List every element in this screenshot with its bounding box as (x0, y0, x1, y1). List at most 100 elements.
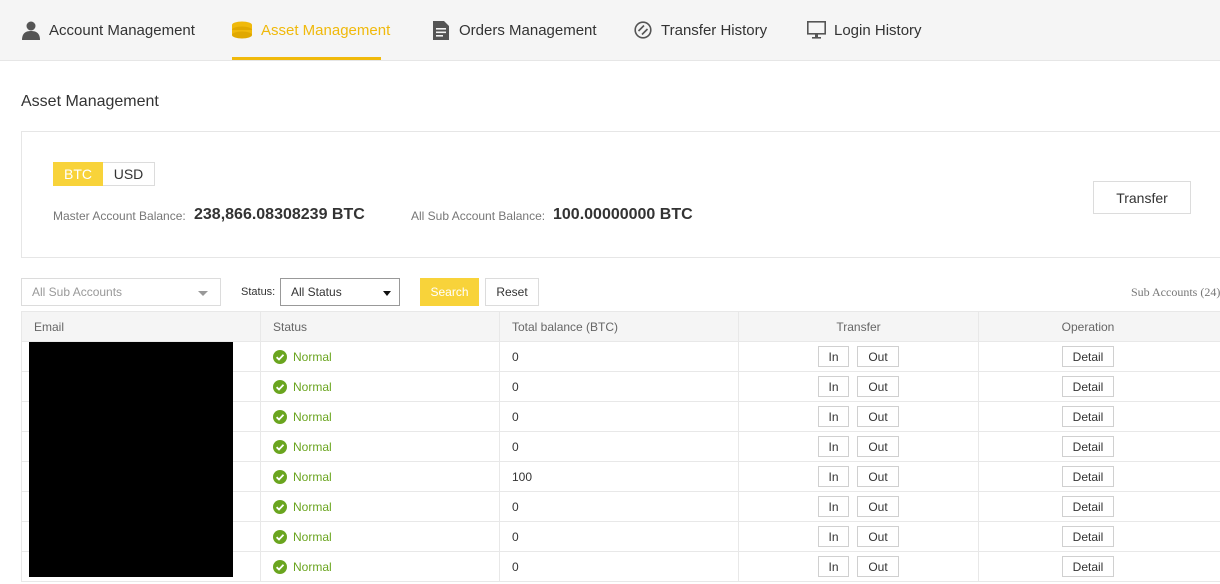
balance-value: 0 (512, 529, 519, 544)
master-balance-label: Master Account Balance: (53, 209, 186, 223)
transfer-out-button[interactable]: Out (857, 526, 899, 547)
transfer-in-button[interactable]: In (818, 496, 849, 517)
chevron-down-icon (198, 291, 208, 296)
status-cell: Normal (260, 431, 500, 462)
operation-cell: Detail (978, 461, 1220, 492)
balance-value: 0 (512, 349, 519, 364)
top-nav: Account Management Asset Management Orde… (0, 0, 1220, 61)
status-cell: Normal (260, 491, 500, 522)
tab-orders-management[interactable]: Orders Management (431, 0, 597, 60)
balance-cell: 0 (499, 371, 739, 402)
balance-cell: 0 (499, 521, 739, 552)
transfer-in-button[interactable]: In (818, 436, 849, 457)
operation-cell: Detail (978, 521, 1220, 552)
detail-button[interactable]: Detail (1062, 346, 1114, 367)
transfer-cell: In Out (738, 401, 979, 432)
balance-cell: 0 (499, 491, 739, 522)
detail-button[interactable]: Detail (1062, 496, 1114, 517)
search-button[interactable]: Search (420, 278, 479, 306)
transfer-in-button[interactable]: In (818, 346, 849, 367)
transfer-cell: In Out (738, 551, 979, 582)
status-text: Normal (293, 559, 332, 574)
balance-value: 0 (512, 409, 519, 424)
col-email: Email (21, 311, 261, 342)
check-circle-icon (273, 559, 287, 574)
check-circle-icon (273, 409, 287, 424)
tab-label: Transfer History (661, 21, 768, 39)
transfer-out-button[interactable]: Out (857, 436, 899, 457)
chevron-down-icon (383, 291, 391, 296)
status-text: Normal (293, 349, 332, 364)
currency-btc-button[interactable]: BTC (53, 162, 103, 186)
balance-value: 0 (512, 559, 519, 574)
monitor-icon (806, 20, 826, 40)
detail-button[interactable]: Detail (1062, 436, 1114, 457)
balance-cell: 100 (499, 461, 739, 492)
sub-balance-value: 100.00000000 BTC (553, 206, 693, 223)
active-tab-indicator (232, 57, 381, 60)
detail-button[interactable]: Detail (1062, 376, 1114, 397)
balance-value: 0 (512, 439, 519, 454)
transfer-out-button[interactable]: Out (857, 466, 899, 487)
check-circle-icon (273, 529, 287, 544)
operation-cell: Detail (978, 401, 1220, 432)
currency-usd-button[interactable]: USD (103, 162, 155, 186)
reset-button[interactable]: Reset (485, 278, 539, 306)
tab-transfer-history[interactable]: Transfer History (633, 0, 767, 60)
transfer-cell: In Out (738, 491, 979, 522)
balance-value: 100 (512, 469, 533, 484)
tab-login-history[interactable]: Login History (806, 0, 922, 60)
transfer-out-button[interactable]: Out (857, 406, 899, 427)
operation-cell: Detail (978, 341, 1220, 372)
transfer-icon (633, 20, 653, 40)
check-circle-icon (273, 379, 287, 394)
status-select-value: All Status (291, 285, 342, 299)
check-circle-icon (273, 349, 287, 364)
col-operation: Operation (978, 311, 1220, 342)
transfer-in-button[interactable]: In (818, 406, 849, 427)
status-cell: Normal (260, 341, 500, 372)
sub-account-select-value: All Sub Accounts (32, 285, 123, 299)
operation-cell: Detail (978, 371, 1220, 402)
transfer-in-button[interactable]: In (818, 526, 849, 547)
balance-cell: 0 (499, 401, 739, 432)
status-cell: Normal (260, 521, 500, 552)
sub-accounts-count: Sub Accounts (24) (1131, 285, 1220, 299)
operation-cell: Detail (978, 431, 1220, 462)
status-text: Normal (293, 469, 332, 484)
check-circle-icon (273, 499, 287, 514)
col-transfer: Transfer (738, 311, 979, 342)
transfer-out-button[interactable]: Out (857, 496, 899, 517)
status-cell: Normal (260, 461, 500, 492)
master-balance-value: 238,866.08308239 BTC (194, 206, 365, 223)
transfer-cell: In Out (738, 371, 979, 402)
tab-asset-management[interactable]: Asset Management (231, 0, 390, 60)
status-text: Normal (293, 499, 332, 514)
balance-cell: 0 (499, 431, 739, 462)
table-header-row: Email Status Total balance (BTC) Transfe… (21, 311, 1220, 342)
detail-button[interactable]: Detail (1062, 406, 1114, 427)
sub-account-select[interactable]: All Sub Accounts (21, 278, 221, 306)
col-status: Status (260, 311, 500, 342)
user-icon (21, 20, 41, 40)
balance-cell: 0 (499, 341, 739, 372)
tab-label: Account Management (49, 21, 195, 39)
detail-button[interactable]: Detail (1062, 556, 1114, 577)
detail-button[interactable]: Detail (1062, 526, 1114, 547)
currency-toggle: BTC USD (53, 162, 155, 186)
status-select[interactable]: All Status (280, 278, 400, 306)
transfer-out-button[interactable]: Out (857, 556, 899, 577)
coins-icon (231, 20, 253, 40)
status-cell: Normal (260, 371, 500, 402)
sub-balance-label: All Sub Account Balance: (411, 209, 546, 223)
transfer-out-button[interactable]: Out (857, 346, 899, 367)
transfer-in-button[interactable]: In (818, 376, 849, 397)
tab-account-management[interactable]: Account Management (21, 0, 195, 60)
transfer-out-button[interactable]: Out (857, 376, 899, 397)
transfer-button[interactable]: Transfer (1093, 181, 1191, 214)
operation-cell: Detail (978, 491, 1220, 522)
transfer-in-button[interactable]: In (818, 556, 849, 577)
status-text: Normal (293, 409, 332, 424)
detail-button[interactable]: Detail (1062, 466, 1114, 487)
transfer-in-button[interactable]: In (818, 466, 849, 487)
